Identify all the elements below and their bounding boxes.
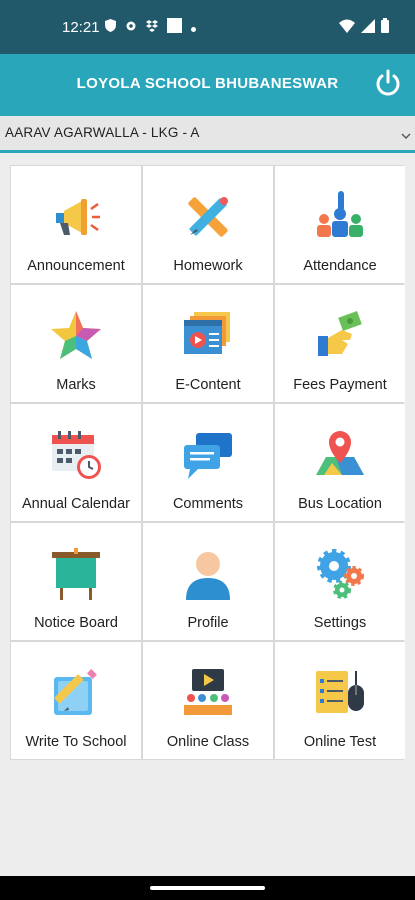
- battery-icon: [381, 18, 389, 38]
- gears-icon: [312, 546, 368, 602]
- gear-icon: [125, 19, 137, 37]
- test-mouse-icon: [312, 665, 368, 721]
- pencil-ruler-icon: [180, 189, 236, 245]
- menu-tile-label: Profile: [187, 615, 229, 631]
- dropbox-icon: [146, 19, 158, 37]
- chat-bubbles-icon: [180, 427, 236, 483]
- menu-tile-announcement[interactable]: Announcement: [11, 166, 141, 283]
- menu-tile-label: Notice Board: [34, 615, 118, 631]
- menu-tile-annual-calendar[interactable]: Annual Calendar: [11, 404, 141, 521]
- student-selector[interactable]: AARAV AGARWALLA - LKG - A: [0, 116, 415, 153]
- menu-grid: Announcement Homework Attendance Marks E…: [10, 165, 405, 760]
- page-title: LOYOLA SCHOOL BHUBANESWAR: [76, 75, 339, 92]
- menu-tile-e-content[interactable]: E-Content: [143, 285, 273, 402]
- wifi-icon: [339, 19, 355, 38]
- menu-tile-label: Announcement: [27, 258, 125, 274]
- home-gesture-handle[interactable]: [150, 886, 265, 890]
- chevron-down-icon: [401, 128, 411, 139]
- video-screens-icon: [180, 308, 236, 364]
- menu-tile-homework[interactable]: Homework: [143, 166, 273, 283]
- menu-tile-profile[interactable]: Profile: [143, 523, 273, 640]
- menu-tile-label: Marks: [56, 377, 96, 393]
- menu-tile-online-class[interactable]: Online Class: [143, 642, 273, 759]
- menu-tile-label: E-Content: [175, 377, 241, 393]
- menu-tile-label: Attendance: [303, 258, 377, 274]
- shield-icon: [105, 19, 116, 37]
- menu-tile-comments[interactable]: Comments: [143, 404, 273, 521]
- power-icon[interactable]: [373, 68, 403, 98]
- people-raise-hand-icon: [312, 189, 368, 245]
- menu-tile-online-test[interactable]: Online Test: [275, 642, 405, 759]
- square-icon: [167, 18, 182, 38]
- signal-icon: [361, 18, 375, 38]
- dot-icon: [191, 19, 196, 37]
- student-selector-value: AARAV AGARWALLA - LKG - A: [5, 125, 200, 140]
- map-pin-icon: [312, 427, 368, 483]
- menu-tile-label: Annual Calendar: [21, 496, 131, 512]
- write-note-icon: [48, 665, 104, 721]
- video-class-icon: [180, 665, 236, 721]
- notice-board-icon: [48, 546, 104, 602]
- user-avatar-icon: [180, 546, 236, 602]
- menu-tile-label: Online Class: [166, 734, 250, 750]
- menu-tile-attendance[interactable]: Attendance: [275, 166, 405, 283]
- menu-tile-fees-payment[interactable]: Fees Payment: [275, 285, 405, 402]
- menu-tile-notice-board[interactable]: Notice Board: [11, 523, 141, 640]
- menu-tile-label: Settings: [313, 615, 367, 631]
- megaphone-icon: [48, 189, 104, 245]
- menu-tile-label: Homework: [173, 258, 243, 274]
- app-bar: LOYOLA SCHOOL BHUBANESWAR: [0, 54, 415, 116]
- menu-tile-write-to-school[interactable]: Write To School: [11, 642, 141, 759]
- menu-tile-label: Fees Payment: [293, 377, 387, 393]
- status-right-icons: [339, 18, 389, 38]
- menu-tile-label: Write To School: [25, 734, 127, 750]
- status-bar: 12:21: [0, 0, 415, 54]
- menu-tile-label: Bus Location: [298, 496, 382, 512]
- menu-tile-label: Comments: [172, 496, 244, 512]
- system-nav-bar: [0, 876, 415, 900]
- menu-tile-marks[interactable]: Marks: [11, 285, 141, 402]
- menu-tile-settings[interactable]: Settings: [275, 523, 405, 640]
- hand-money-icon: [312, 308, 368, 364]
- status-time: 12:21: [62, 19, 100, 36]
- status-left-icons: [105, 18, 196, 38]
- menu-tile-label: Online Test: [303, 734, 377, 750]
- calendar-clock-icon: [48, 427, 104, 483]
- star-icon: [48, 308, 104, 364]
- menu-tile-bus-location[interactable]: Bus Location: [275, 404, 405, 521]
